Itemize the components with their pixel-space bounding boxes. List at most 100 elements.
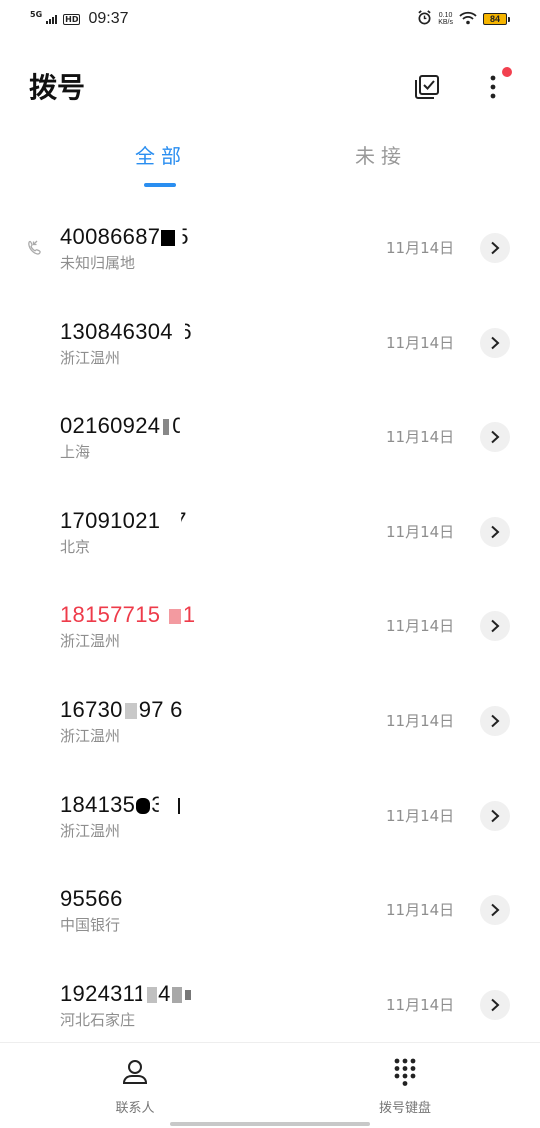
wifi-icon bbox=[459, 10, 477, 29]
call-log-row[interactable]: 13084630416 浙江温州 11月14日 bbox=[0, 295, 540, 390]
redaction-mark bbox=[124, 703, 137, 720]
redaction-mark bbox=[171, 986, 182, 1003]
chevron-right-icon bbox=[491, 430, 500, 444]
alarm-icon bbox=[417, 9, 432, 29]
call-log-row[interactable]: 181577151 1 浙江温州 11月14日 bbox=[0, 578, 540, 673]
call-date: 11月14日 bbox=[386, 711, 455, 730]
tab-indicator bbox=[144, 183, 176, 187]
chevron-right-icon bbox=[491, 525, 500, 539]
number-prefix: 17091021 bbox=[60, 507, 161, 533]
number-prefix: 95566 bbox=[60, 886, 123, 912]
caller-location: 浙江温州 bbox=[60, 632, 121, 651]
caller-location: 未知归属地 bbox=[60, 254, 136, 272]
person-icon bbox=[120, 1057, 150, 1087]
phone-number: 02160924 0 bbox=[60, 413, 185, 439]
number-prefix: 184135 bbox=[60, 791, 136, 817]
caller-location: 浙江温州 bbox=[60, 821, 121, 840]
page-title: 拨号 bbox=[29, 71, 86, 104]
more-vertical-icon bbox=[490, 75, 496, 99]
nav-dialpad-label: 拨号键盘 bbox=[378, 1101, 431, 1116]
number-suffix: 5 bbox=[176, 224, 189, 249]
chevron-right-icon bbox=[491, 903, 500, 917]
caller-location: 上海 bbox=[60, 443, 91, 462]
call-detail-button[interactable] bbox=[480, 989, 510, 1020]
call-detail-button[interactable] bbox=[480, 327, 510, 358]
caller-location: 北京 bbox=[60, 537, 91, 556]
multi-select-button[interactable] bbox=[410, 70, 444, 104]
redaction-mark bbox=[147, 986, 158, 1003]
number-prefix: 1308463041 bbox=[60, 318, 186, 344]
call-detail-button[interactable] bbox=[480, 611, 510, 642]
redaction-mark bbox=[136, 797, 151, 814]
call-detail-button[interactable] bbox=[480, 800, 510, 831]
battery-level: 84 bbox=[483, 13, 507, 25]
tab-bar: 全部 未接 bbox=[0, 140, 540, 190]
number-suffix: 0 bbox=[172, 413, 185, 439]
tab-missed[interactable]: 未接 bbox=[311, 140, 451, 180]
phone-number: 95566 bbox=[60, 886, 123, 912]
number-suffix: 1 bbox=[182, 602, 196, 628]
phone-number: 16730 97 6 bbox=[60, 697, 183, 723]
call-log-row[interactable]: 184135 3 浙江温州 11月14日 bbox=[0, 768, 540, 863]
call-log-row[interactable]: 40086687 5 未知归属地 11月14日 bbox=[0, 200, 540, 295]
call-log-row[interactable]: 1924311 4 河北石家庄 11月14日 bbox=[0, 957, 540, 1052]
phone-number: 17091021 7 bbox=[60, 508, 187, 534]
phone-number: 1924311 4 bbox=[60, 981, 191, 1007]
redaction-mark bbox=[177, 797, 180, 814]
tab-all[interactable]: 全部 bbox=[91, 140, 231, 180]
call-log-row[interactable]: 17091021 7 北京 11月14日 bbox=[0, 484, 540, 579]
call-log-row[interactable]: 95566 中国银行 11月14日 bbox=[0, 862, 540, 957]
call-log-row[interactable]: 16730 97 6 浙江温州 11月14日 bbox=[0, 673, 540, 768]
call-detail-button[interactable] bbox=[480, 705, 510, 736]
battery-icon: 84 bbox=[483, 13, 510, 25]
call-date: 11月14日 bbox=[386, 333, 455, 352]
nav-contacts[interactable]: 联系人 bbox=[75, 1057, 195, 1116]
notification-dot bbox=[502, 67, 512, 77]
redaction-mark bbox=[168, 609, 181, 625]
bottom-nav: 联系人 拨号键盘 bbox=[0, 1042, 540, 1128]
call-date: 11月14日 bbox=[386, 522, 455, 541]
number-suffix: 4 bbox=[158, 980, 171, 1006]
status-left: 5G HD 09:37 bbox=[30, 10, 129, 28]
call-detail-button[interactable] bbox=[480, 895, 510, 926]
call-date: 11月14日 bbox=[386, 239, 455, 257]
redaction-mark bbox=[184, 989, 191, 1000]
chevron-right-icon bbox=[491, 620, 500, 633]
multi-select-icon bbox=[415, 75, 439, 99]
chevron-right-icon bbox=[491, 714, 500, 728]
call-date: 11月14日 bbox=[386, 995, 455, 1014]
call-detail-button[interactable] bbox=[480, 422, 510, 453]
redaction-mark bbox=[163, 419, 170, 436]
caller-location: 浙江温州 bbox=[60, 348, 121, 367]
caller-location: 浙江温州 bbox=[60, 726, 121, 745]
header: 拨号 bbox=[0, 60, 540, 112]
network-type: 5G bbox=[30, 9, 43, 19]
incoming-call-icon bbox=[28, 240, 41, 255]
hd-badge: HD bbox=[63, 13, 81, 25]
number-prefix: 02160924 bbox=[60, 413, 161, 439]
net-speed: 0.10 KB/s bbox=[438, 12, 453, 26]
net-speed-value: 0.10 bbox=[438, 12, 453, 19]
chevron-right-icon bbox=[491, 336, 500, 349]
nav-dialpad[interactable]: 拨号键盘 bbox=[345, 1057, 465, 1116]
call-detail-button[interactable] bbox=[480, 233, 510, 263]
signal-icon bbox=[46, 14, 58, 24]
caller-location: 河北石家庄 bbox=[60, 1010, 136, 1029]
status-bar: 5G HD 09:37 0.10 KB/s 84 bbox=[0, 0, 540, 38]
call-detail-button[interactable] bbox=[480, 516, 510, 547]
call-date: 11月14日 bbox=[386, 428, 455, 447]
dialpad-icon bbox=[390, 1057, 420, 1087]
redaction-mark bbox=[161, 230, 176, 247]
number-prefix: 181577151 bbox=[60, 602, 173, 628]
chevron-right-icon bbox=[491, 998, 500, 1011]
caller-location: 中国银行 bbox=[60, 916, 121, 935]
number-suffix: 7 bbox=[174, 507, 187, 533]
home-indicator[interactable] bbox=[170, 1122, 370, 1126]
call-log-row[interactable]: 02160924 0 上海 11月14日 bbox=[0, 389, 540, 484]
phone-number: 13084630416 bbox=[60, 319, 192, 345]
phone-number: 40086687 5 bbox=[60, 224, 189, 250]
status-right: 0.10 KB/s 84 bbox=[417, 9, 510, 29]
phone-number: 184135 3 bbox=[60, 792, 180, 818]
number-suffix: 6 bbox=[179, 318, 192, 344]
call-date: 11月14日 bbox=[386, 901, 455, 920]
